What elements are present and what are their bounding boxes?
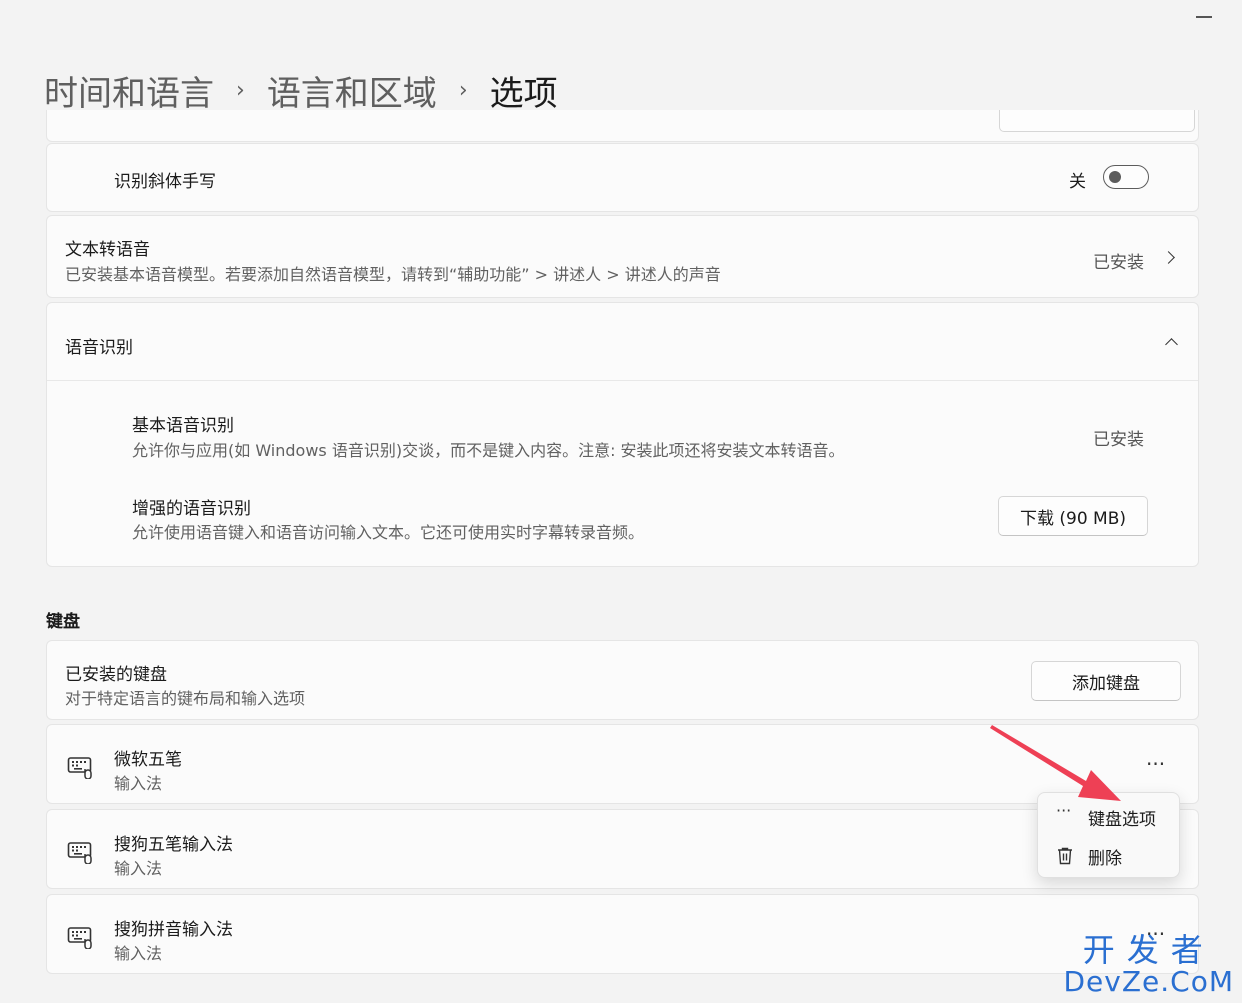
keyboard-icon (67, 842, 92, 864)
speech-recognition-title: 语音识别 (65, 338, 133, 358)
breadcrumb: 时间和语言 › 语言和区域 › 选项 (44, 66, 558, 114)
speech-recognition-header[interactable]: 语音识别 (47, 303, 1198, 381)
keyboard-item: 搜狗拼音输入法 输入法 ··· (46, 894, 1199, 974)
minimize-button[interactable] (1196, 16, 1212, 18)
more-icon[interactable]: ··· (1146, 754, 1165, 774)
keyboard-icon (67, 927, 92, 949)
keyboard-type: 输入法 (114, 774, 163, 793)
scrolled-button[interactable] (999, 110, 1195, 132)
tts-description: 已安装基本语音模型。若要添加自然语音模型，请转到“辅助功能” > 讲述人 > 讲… (65, 265, 721, 284)
tts-status: 已安装 (1093, 253, 1144, 273)
breadcrumb-separator-icon: › (236, 77, 245, 103)
tts-title: 文本转语音 (65, 240, 150, 260)
keyboard-type: 输入法 (114, 944, 163, 963)
toggle-knob (1109, 171, 1121, 183)
basic-speech-status: 已安装 (1093, 430, 1144, 450)
installed-keyboards-title: 已安装的键盘 (65, 665, 167, 685)
keyboard-options-label: 键盘选项 (1088, 809, 1156, 830)
chevron-right-icon (1162, 251, 1175, 264)
trash-icon (1058, 847, 1072, 865)
enhanced-speech-title: 增强的语音识别 (132, 499, 251, 519)
installed-keyboards-row: 已安装的键盘 对于特定语言的键布局和输入选项 添加键盘 (46, 640, 1199, 720)
chevron-up-icon (1165, 338, 1178, 351)
keyboard-item: 微软五笔 输入法 ··· (46, 724, 1199, 804)
basic-speech-title: 基本语音识别 (132, 416, 234, 436)
page-title: 选项 (489, 73, 558, 114)
delete-label: 删除 (1088, 848, 1122, 869)
italic-handwriting-toggle[interactable] (1103, 165, 1149, 189)
text-to-speech-row[interactable]: 文本转语音 已安装基本语音模型。若要添加自然语音模型，请转到“辅助功能” > 讲… (46, 215, 1199, 298)
keyboard-icon (67, 757, 92, 779)
more-icon: ··· (1056, 801, 1072, 820)
italic-handwriting-row: 识别斜体手写 关 (46, 143, 1199, 212)
keyboard-item: 搜狗五笔输入法 输入法 (46, 809, 1199, 889)
delete-menu-item[interactable]: 删除 (1038, 838, 1181, 874)
download-button[interactable]: 下载 (90 MB) (998, 496, 1148, 536)
installed-keyboards-description: 对于特定语言的键布局和输入选项 (65, 689, 306, 708)
speech-recognition-card: 语音识别 基本语音识别 允许你与应用(如 Windows 语音识别)交谈，而不是… (46, 302, 1199, 567)
keyboard-name: 微软五笔 (114, 750, 182, 770)
add-keyboard-button[interactable]: 添加键盘 (1031, 661, 1181, 701)
breadcrumb-time-language[interactable]: 时间和语言 (44, 66, 214, 115)
basic-speech-description: 允许你与应用(如 Windows 语音识别)交谈，而不是键入内容。注意: 安装此… (132, 441, 845, 460)
site-watermark: 开发者 DevZe.CoM (1063, 933, 1234, 997)
breadcrumb-separator-icon: › (458, 77, 468, 103)
keyboard-name: 搜狗五笔输入法 (114, 835, 233, 855)
watermark-bottom: DevZe.CoM (1063, 965, 1234, 998)
toggle-state-label: 关 (1069, 172, 1086, 192)
keyboard-name: 搜狗拼音输入法 (114, 920, 233, 940)
keyboard-options-menu-item[interactable]: ··· 键盘选项 (1038, 799, 1181, 835)
breadcrumb-language-region[interactable]: 语言和区域 (267, 66, 437, 115)
keyboard-type: 输入法 (114, 859, 163, 878)
watermark-top: 开发者 (1082, 931, 1215, 969)
enhanced-speech-description: 允许使用语音键入和语音访问输入文本。它还可使用实时字幕转录音频。 (132, 523, 645, 542)
keyboard-section-title: 键盘 (46, 612, 80, 632)
keyboard-context-menu: ··· 键盘选项 删除 (1037, 792, 1180, 878)
scrolled-card (46, 110, 1199, 142)
italic-handwriting-label: 识别斜体手写 (114, 172, 216, 192)
